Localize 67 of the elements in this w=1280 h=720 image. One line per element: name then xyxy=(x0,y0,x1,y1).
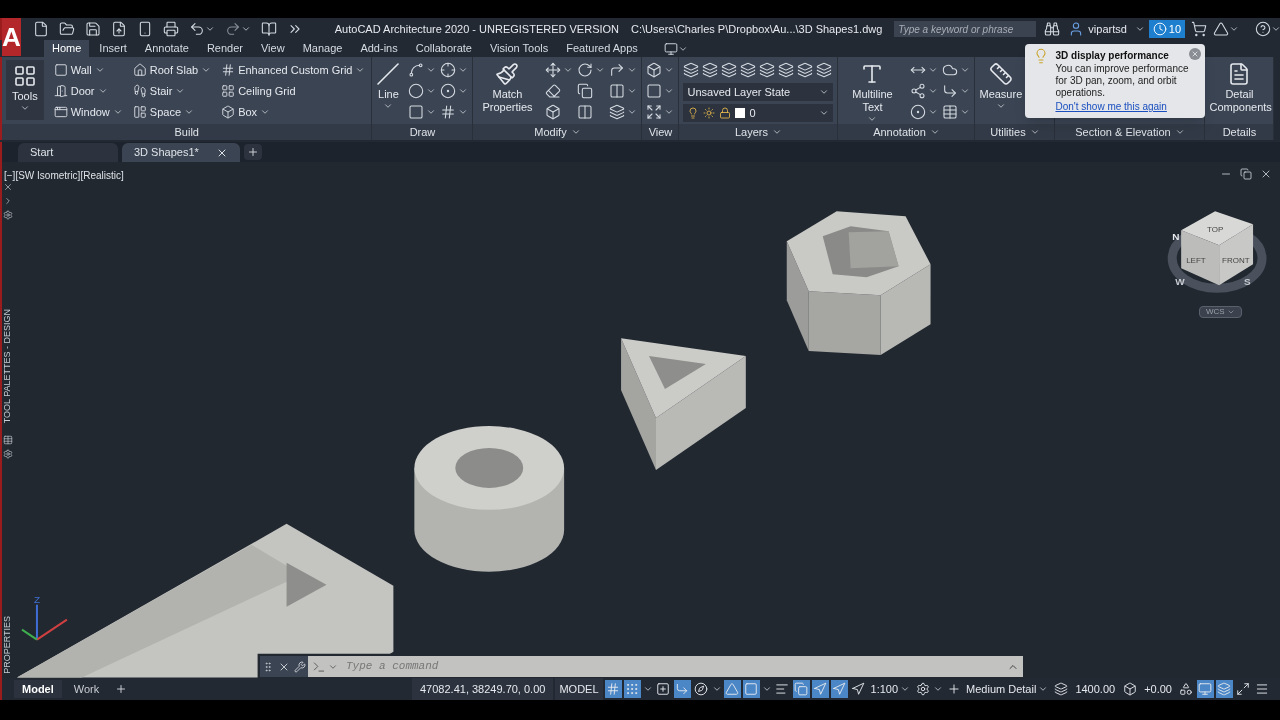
large-ribbon-button[interactable]: Detail Components xyxy=(1209,60,1270,114)
palette-tab[interactable]: PROPERTIES xyxy=(1,616,15,674)
large-ribbon-button[interactable]: Multiline Text xyxy=(842,60,903,124)
layer-dropdown[interactable]: Unsaved Layer State xyxy=(683,83,834,101)
ribbon-tab[interactable]: Featured Apps xyxy=(558,40,646,57)
model-space-button[interactable]: MODEL xyxy=(555,678,603,700)
ribbon-tab[interactable]: Collaborate xyxy=(407,40,480,57)
app-menu-button[interactable]: A xyxy=(2,18,21,56)
ribbon-tab[interactable]: Vision Tools xyxy=(481,40,557,57)
layout-tab[interactable]: Work xyxy=(65,680,108,698)
panel-title[interactable]: Build xyxy=(2,124,372,140)
file-tab[interactable]: 3D Shapes1* xyxy=(122,143,240,162)
panel-title[interactable]: Utilities xyxy=(975,124,1055,140)
layout-tab[interactable]: Model xyxy=(14,680,62,698)
cube-face-label: TOP xyxy=(1207,225,1224,235)
cube-face-label: FRONT xyxy=(1222,256,1250,266)
ribbon-tab[interactable]: Manage xyxy=(294,40,351,57)
panel-title[interactable]: Modify xyxy=(473,124,642,140)
status-value: +0.00 xyxy=(1143,681,1173,697)
panel-title[interactable]: Section & Elevation xyxy=(1055,124,1205,140)
status-dropdown[interactable]: 1:100 xyxy=(868,680,913,698)
dismiss-link[interactable]: Don't show me this again xyxy=(1055,99,1167,114)
cube-face-label: LEFT xyxy=(1186,256,1206,266)
coordinates-readout: 47082.41, 38249.70, 0.00 xyxy=(412,678,554,700)
ribbon-tab[interactable]: Annotate xyxy=(136,40,197,57)
ribbon-button[interactable]: Space xyxy=(130,102,214,122)
large-ribbon-button[interactable]: Measure xyxy=(979,60,1023,111)
search-field[interactable]: Type a keyword or phrase xyxy=(894,21,1037,37)
large-ribbon-button[interactable]: Tools xyxy=(6,60,44,120)
panel-title[interactable]: Details xyxy=(1205,124,1274,140)
ribbon-button[interactable]: Roof Slab xyxy=(130,60,214,80)
compass-label: S xyxy=(1244,276,1251,288)
compass-label: W xyxy=(1175,276,1185,288)
panel-title[interactable]: View xyxy=(642,124,679,140)
panel-title[interactable]: Layers xyxy=(679,124,838,140)
large-ribbon-button[interactable]: Line xyxy=(376,60,401,111)
ribbon-tab[interactable]: Home xyxy=(44,40,90,57)
ribbon-button[interactable]: Ceiling Grid xyxy=(219,81,368,101)
ribbon-button[interactable]: Box xyxy=(219,102,368,122)
ribbon-button[interactable]: Stair xyxy=(130,81,214,101)
tooltip-title: 3D display performance xyxy=(1055,49,1170,63)
file-path: C:\Users\Charles P\Dropbox\Au...\3D Shapes1.dwg xyxy=(631,21,883,37)
viewport-label: [−][SW Isometric][Realistic] xyxy=(4,169,124,183)
coordinate-system-button[interactable]: WCS xyxy=(1199,306,1242,318)
ribbon-tab[interactable]: Render xyxy=(198,40,251,57)
file-tab[interactable]: Start xyxy=(18,143,118,162)
window-title: AutoCAD Architecture 2020 - UNREGISTERED VERSION xyxy=(334,21,620,37)
status-value: 1400.00 xyxy=(1074,681,1117,697)
panel-title[interactable]: Draw xyxy=(372,124,473,140)
ribbon-button[interactable]: Window xyxy=(51,102,125,122)
panel-title[interactable]: Annotation xyxy=(838,124,975,140)
layer-dropdown[interactable]: 0 xyxy=(683,104,834,122)
ribbon-button[interactable]: Wall xyxy=(51,60,125,80)
axis-label: Z xyxy=(33,593,41,605)
user-menu[interactable]: vipartsd xyxy=(1068,20,1145,38)
ribbon-button[interactable]: Door xyxy=(51,81,125,101)
ribbon-tab[interactable]: Add-ins xyxy=(352,40,406,57)
status-dropdown[interactable]: Medium Detail xyxy=(964,680,1051,698)
notification-badge[interactable]: 10 xyxy=(1148,20,1186,38)
command-field[interactable]: Type a command xyxy=(342,656,1003,677)
tooltip-text: You can improve performance for 3D pan, zoom, and orbit operations. xyxy=(1055,63,1190,99)
ribbon-tab[interactable]: Insert xyxy=(91,40,135,57)
ribbon-button[interactable]: Enhanced Custom Grid xyxy=(219,60,368,80)
compass-label: N xyxy=(1172,231,1180,243)
large-ribbon-button[interactable]: Match Properties xyxy=(477,60,538,114)
palette-tab[interactable]: TOOL PALETTES - DESIGN xyxy=(1,309,15,424)
ribbon-tab[interactable]: View xyxy=(253,40,293,57)
